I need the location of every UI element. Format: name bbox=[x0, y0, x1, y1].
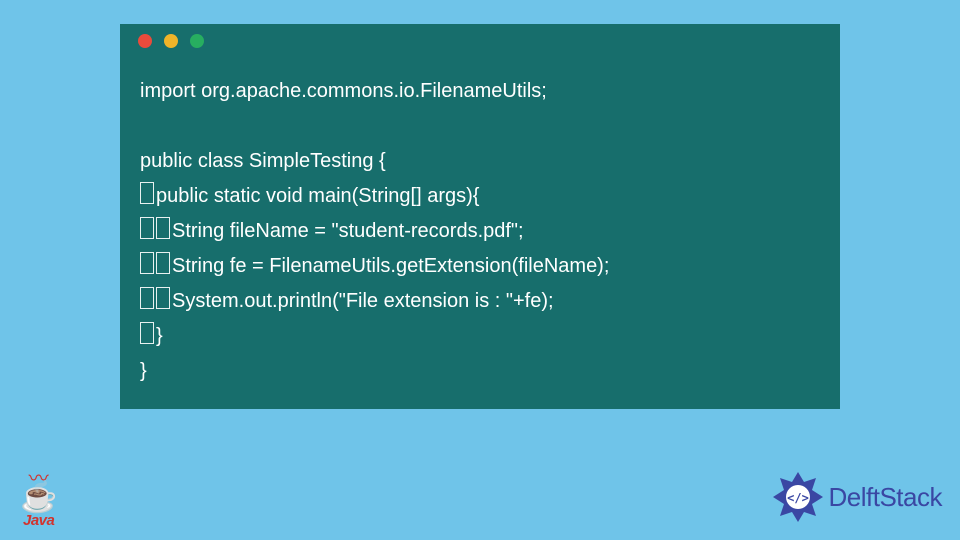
window-titlebar bbox=[120, 24, 840, 58]
indent-glyph-icon bbox=[140, 287, 154, 309]
delftstack-logo: </> DelftStack bbox=[773, 472, 943, 522]
code-line: public class SimpleTesting { bbox=[140, 150, 386, 172]
code-line: String fe = FilenameUtils.getExtension(f… bbox=[172, 255, 609, 277]
zoom-icon bbox=[190, 34, 204, 48]
java-logo-icon: 〰 ☕ Java bbox=[20, 469, 57, 528]
delftstack-icon: </> bbox=[773, 472, 823, 522]
code-line: import org.apache.commons.io.FilenameUti… bbox=[140, 80, 547, 102]
code-line: String fileName = "student-records.pdf"; bbox=[172, 220, 524, 242]
code-window: import org.apache.commons.io.FilenameUti… bbox=[120, 24, 840, 409]
code-line: } bbox=[140, 360, 147, 382]
indent-glyph-icon bbox=[140, 322, 154, 344]
svg-text:</>: </> bbox=[787, 491, 809, 505]
indent-glyph-icon bbox=[156, 287, 170, 309]
code-line: } bbox=[156, 325, 163, 347]
indent-glyph-icon bbox=[140, 217, 154, 239]
indent-glyph-icon bbox=[156, 217, 170, 239]
code-line: System.out.println("File extension is : … bbox=[172, 290, 554, 312]
java-label: Java bbox=[20, 513, 57, 528]
code-block: import org.apache.commons.io.FilenameUti… bbox=[120, 58, 840, 389]
indent-glyph-icon bbox=[140, 252, 154, 274]
indent-glyph-icon bbox=[140, 182, 154, 204]
delftstack-label: DelftStack bbox=[829, 482, 943, 513]
minimize-icon bbox=[164, 34, 178, 48]
code-line: public static void main(String[] args){ bbox=[156, 185, 479, 207]
close-icon bbox=[138, 34, 152, 48]
java-cup-icon: ☕ bbox=[20, 481, 57, 514]
indent-glyph-icon bbox=[156, 252, 170, 274]
stage: import org.apache.commons.io.FilenameUti… bbox=[0, 0, 960, 540]
